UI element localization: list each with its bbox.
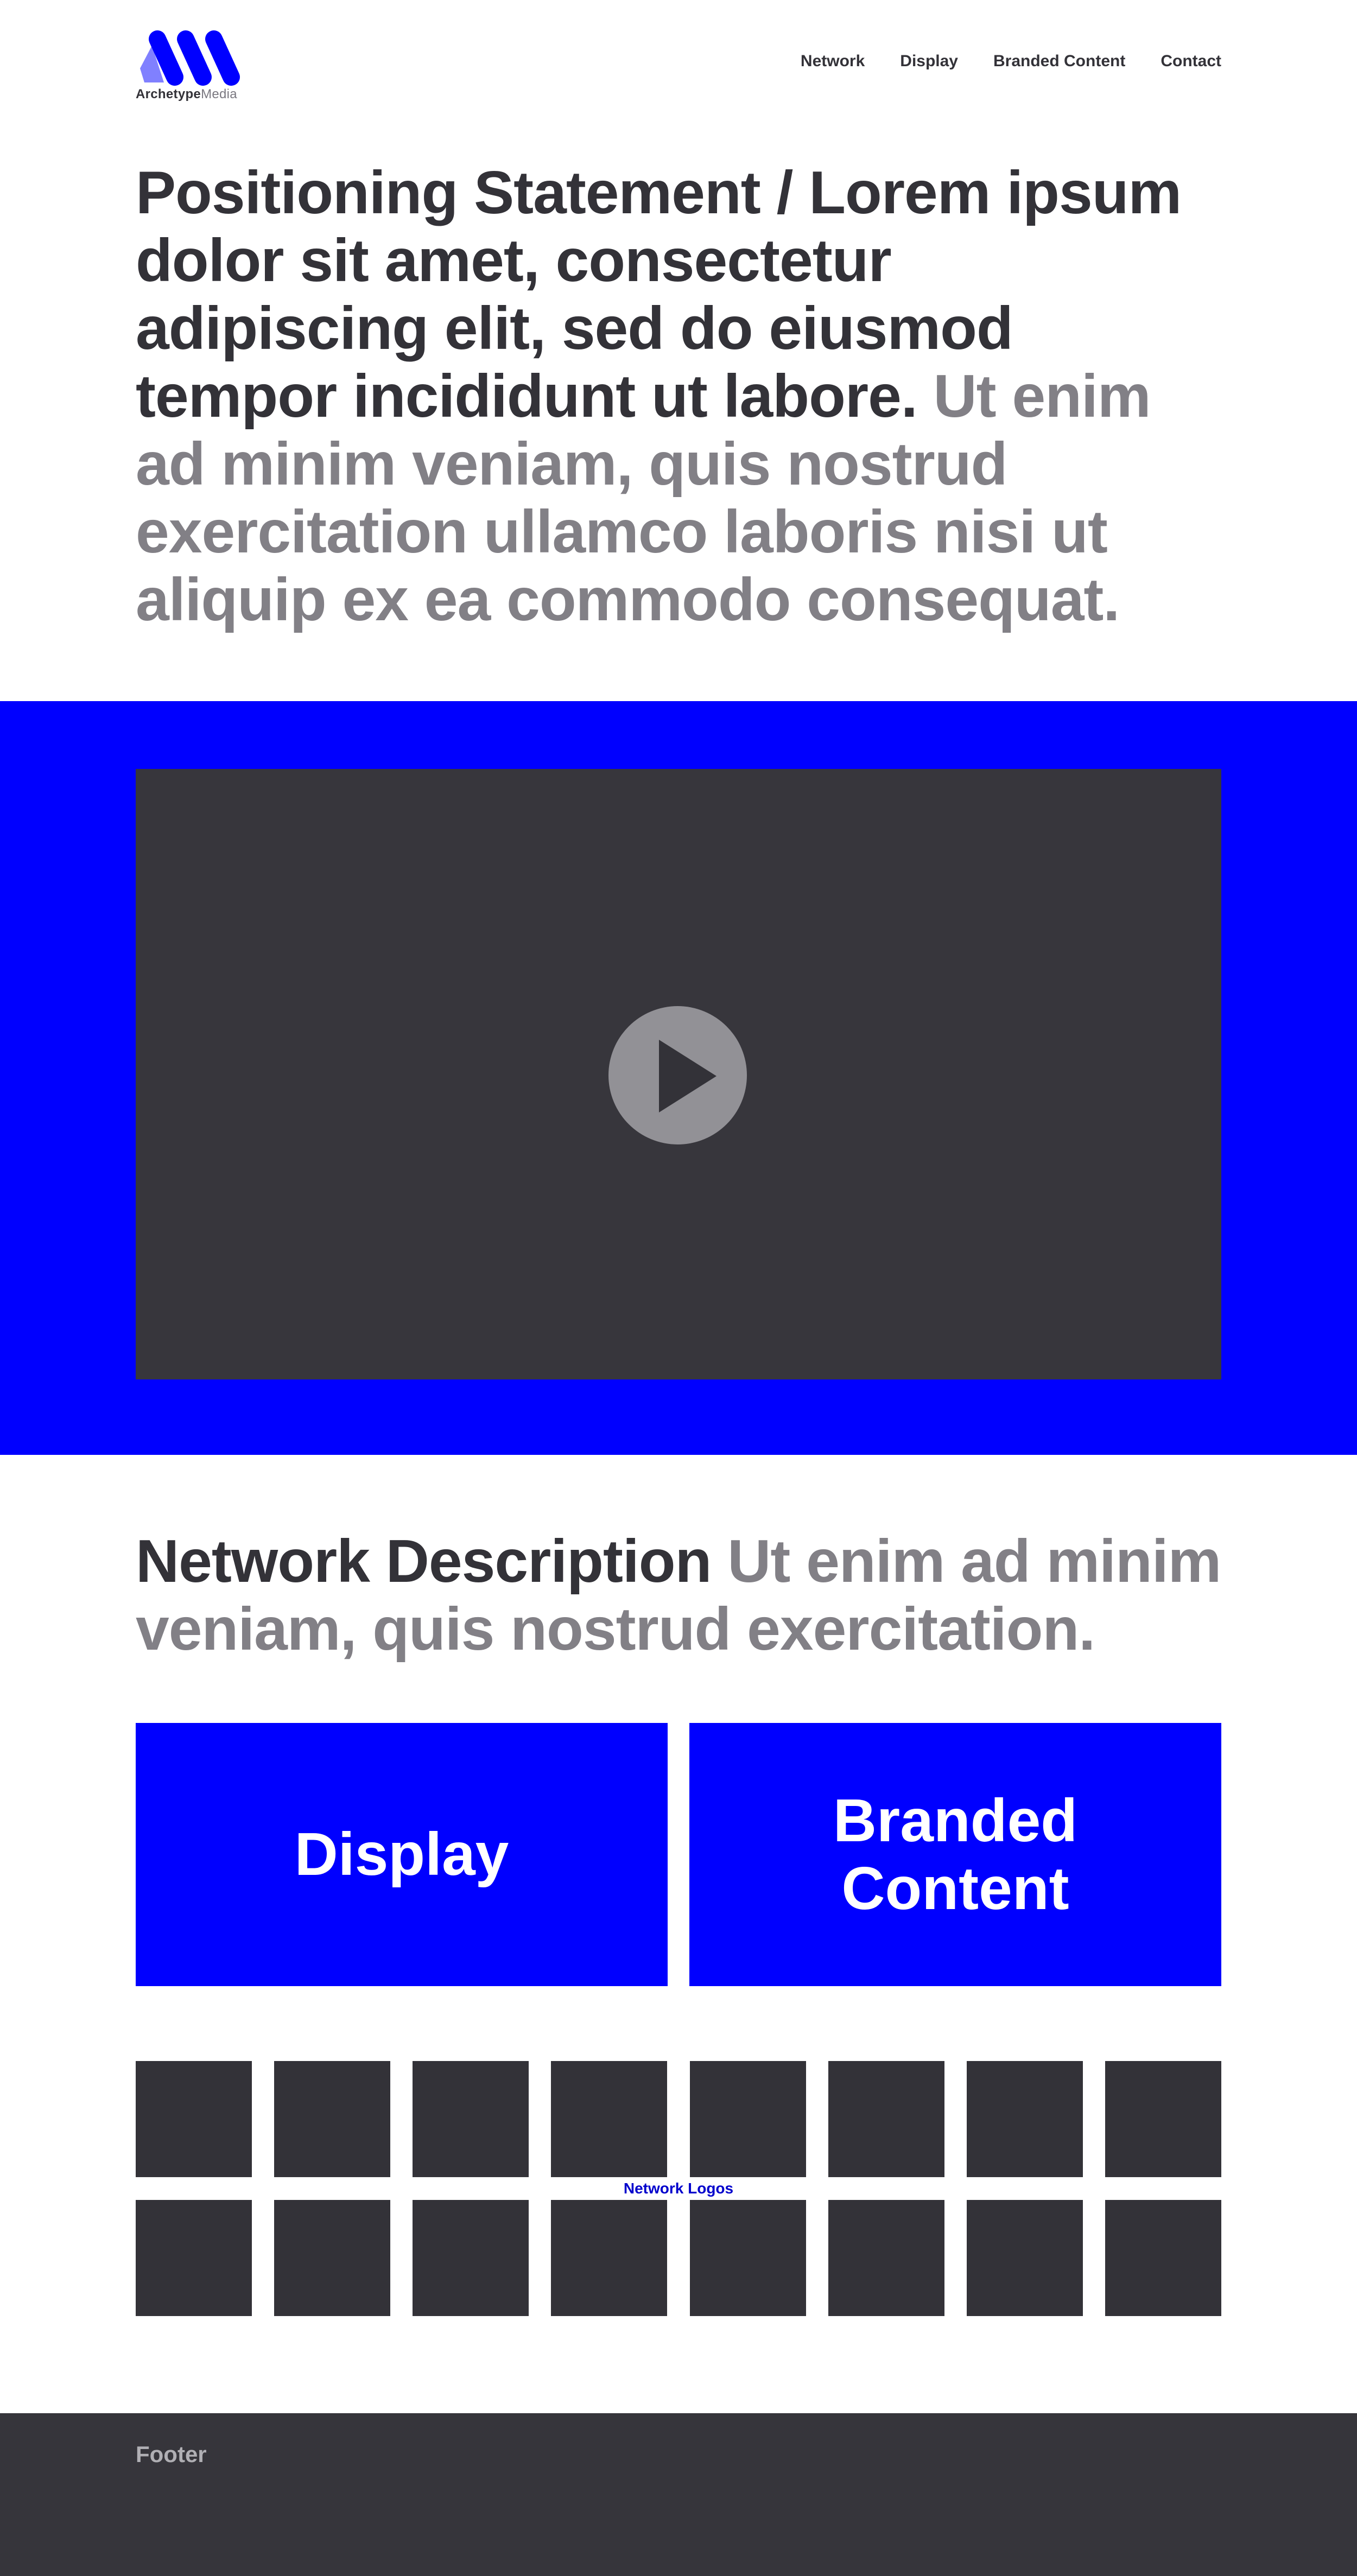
network-logo-tile[interactable] — [690, 2061, 806, 2177]
network-title: Network Description — [136, 1528, 712, 1595]
network-logo-tile[interactable] — [967, 2061, 1083, 2177]
archetype-media-logo[interactable]: ArchetypeMedia — [136, 29, 250, 108]
network-logo-tile[interactable] — [1105, 2200, 1221, 2316]
site-footer: Footer — [0, 2413, 1357, 2576]
logo-wordmark: ArchetypeMedia — [136, 87, 237, 102]
network-logo-tile[interactable] — [413, 2061, 529, 2177]
video-player[interactable] — [136, 769, 1221, 1379]
page: ArchetypeMedia Network Display Branded C… — [0, 0, 1357, 2576]
display-card-label: Display — [294, 1821, 509, 1888]
main-nav: Network Display Branded Content Contact — [801, 52, 1221, 71]
network-logo-tile[interactable] — [828, 2061, 944, 2177]
logo-word-light: Media — [201, 87, 237, 101]
network-logo-tile[interactable] — [136, 2200, 252, 2316]
display-card[interactable]: Display — [136, 1723, 668, 1986]
network-logo-tile[interactable] — [551, 2200, 667, 2316]
nav-link-contact[interactable]: Contact — [1161, 52, 1221, 71]
network-logo-tile[interactable] — [136, 2061, 252, 2177]
nav-link-branded-content[interactable]: Branded Content — [993, 52, 1125, 71]
network-logos-grid: Network Logos — [136, 2061, 1221, 2317]
video-section — [0, 701, 1357, 1455]
network-logo-tile[interactable] — [274, 2200, 390, 2316]
network-logos-label: Network Logos — [623, 2180, 734, 2197]
network-description: Network Description Ut enim ad minim ven… — [136, 1528, 1221, 1663]
network-logo-tile[interactable] — [828, 2200, 944, 2316]
footer-label: Footer — [136, 2441, 207, 2467]
positioning-statement: Positioning Statement / Lorem ipsum dolo… — [136, 159, 1200, 634]
play-icon[interactable] — [608, 1006, 747, 1144]
network-logo-tile[interactable] — [274, 2061, 390, 2177]
network-logo-tile[interactable] — [1105, 2061, 1221, 2177]
network-logo-tile[interactable] — [690, 2200, 806, 2316]
nav-link-network[interactable]: Network — [801, 52, 865, 71]
play-triangle — [659, 1040, 716, 1112]
logo-word-bold: Archetype — [136, 87, 201, 101]
network-logo-tile[interactable] — [413, 2200, 529, 2316]
network-logo-tile[interactable] — [551, 2061, 667, 2177]
nav-link-display[interactable]: Display — [900, 52, 958, 71]
branded-content-card[interactable]: Branded Content — [689, 1723, 1221, 1986]
network-logo-tile[interactable] — [967, 2200, 1083, 2316]
branded-content-card-label: Branded Content — [833, 1786, 1078, 1922]
logo-mark-icon — [140, 30, 240, 86]
site-header: ArchetypeMedia Network Display Branded C… — [136, 29, 1221, 111]
